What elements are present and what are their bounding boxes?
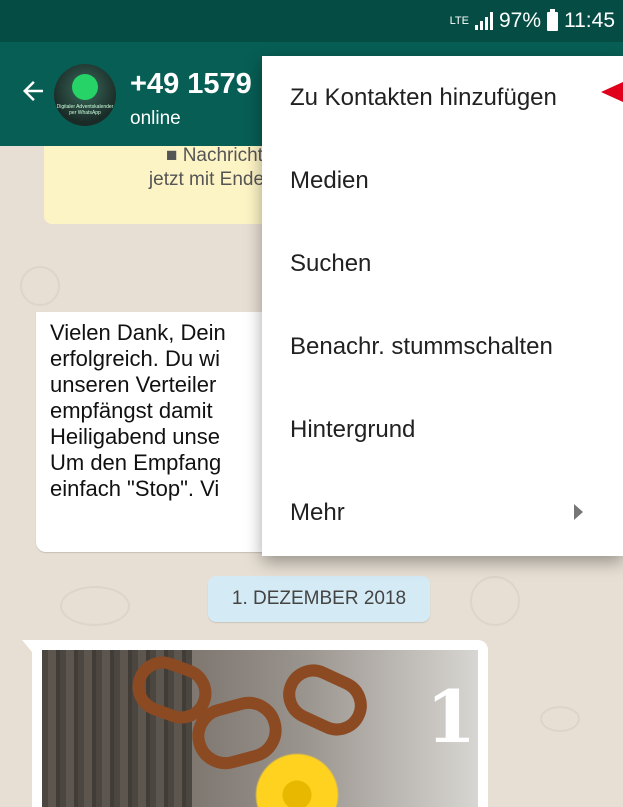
contact-status: online	[130, 108, 181, 129]
image-message[interactable]: 1	[22, 640, 488, 807]
back-arrow-icon[interactable]	[18, 76, 48, 106]
wallpaper-doodle	[60, 586, 130, 626]
wallpaper-doodle	[20, 266, 60, 306]
contact-name[interactable]: +49 1579	[130, 68, 252, 101]
overflow-menu: Zu Kontakten hinzufügen Medien Suchen Be…	[262, 56, 623, 556]
menu-item-wallpaper[interactable]: Hintergrund	[262, 388, 623, 471]
battery-percent: 97%	[498, 9, 541, 32]
advent-day-number: 1	[426, 674, 477, 759]
wallpaper-doodle	[470, 576, 520, 626]
chain-link	[273, 654, 377, 746]
clock: 11:45	[564, 9, 615, 32]
menu-item-search[interactable]: Suchen	[262, 222, 623, 305]
yellow-flower	[252, 750, 342, 807]
avatar[interactable]: Digitaler Adventskalender per WhatsApp	[54, 64, 116, 126]
submenu-arrow-icon	[574, 504, 583, 520]
menu-item-more-label: Mehr	[290, 498, 345, 526]
red-arrow-annotation-icon	[601, 82, 623, 102]
menu-item-mute[interactable]: Benachr. stummschalten	[262, 305, 623, 388]
avatar-caption: Digitaler Adventskalender per WhatsApp	[56, 104, 114, 116]
status-bar: LTE 97% 11:45	[0, 0, 623, 42]
date-separator: 1. DEZEMBER 2018	[208, 576, 430, 622]
battery-icon	[547, 8, 558, 31]
advent-image[interactable]: 1	[42, 650, 478, 807]
wallpaper-doodle	[540, 706, 580, 732]
lte-indicator: LTE	[449, 15, 469, 27]
whatsapp-logo-icon	[72, 74, 98, 100]
signal-icon	[474, 12, 493, 30]
menu-item-media[interactable]: Medien	[262, 139, 623, 222]
menu-item-add-contact[interactable]: Zu Kontakten hinzufügen	[262, 56, 623, 139]
menu-item-more[interactable]: Mehr	[262, 471, 623, 554]
